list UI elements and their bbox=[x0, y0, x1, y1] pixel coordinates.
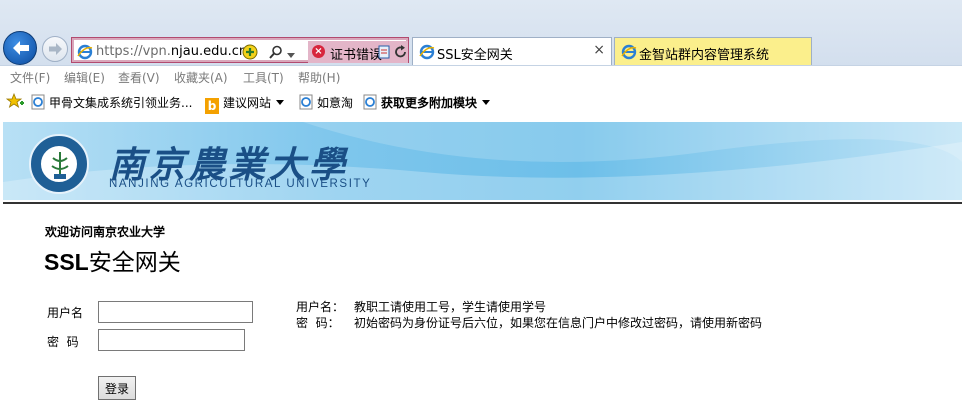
favorite-label: 如意淘 bbox=[317, 96, 354, 110]
tab-ssl-gateway[interactable]: SSL安全网关 × bbox=[412, 37, 612, 65]
menu-file[interactable]: 文件(F) bbox=[10, 69, 50, 86]
arrow-left-icon bbox=[13, 41, 29, 55]
certificate-error-label: 证书错误 bbox=[330, 48, 383, 63]
menu-bar: 文件(F) 编辑(E) 查看(V) 收藏夹(A) 工具(T) 帮助(H) bbox=[0, 66, 962, 88]
menu-help[interactable]: 帮助(H) bbox=[298, 69, 340, 86]
menu-edit[interactable]: 编辑(E) bbox=[64, 69, 105, 86]
page-title: SSL安全网关 bbox=[44, 243, 181, 277]
menu-tools[interactable]: 工具(T) bbox=[243, 69, 284, 86]
close-icon[interactable]: × bbox=[593, 42, 605, 58]
menu-favorites[interactable]: 收藏夹(A) bbox=[174, 69, 228, 86]
hint-text: 教职工请使用工号，学生请使用学号 bbox=[354, 300, 547, 314]
favorite-label: 建议网站 bbox=[223, 96, 272, 110]
favorites-star-icon[interactable] bbox=[5, 92, 26, 112]
arrow-right-icon bbox=[49, 43, 62, 55]
banner-divider bbox=[3, 202, 962, 204]
favorite-oracle[interactable]: 甲骨文集成系统引领业务... bbox=[30, 94, 192, 111]
login-button[interactable]: 登录 bbox=[98, 376, 136, 400]
search-icon[interactable] bbox=[268, 44, 284, 63]
chevron-down-icon bbox=[276, 100, 285, 105]
refresh-icon[interactable] bbox=[394, 44, 408, 63]
welcome-text: 欢迎访问南京农业大学 bbox=[45, 225, 166, 239]
forward-button[interactable] bbox=[42, 36, 68, 62]
ie-page-icon bbox=[419, 44, 435, 60]
hint-username: 用户名： 教职工请使用工号，学生请使用学号 bbox=[296, 298, 546, 315]
tab-label: SSL安全网关 bbox=[437, 48, 513, 63]
tab-cms[interactable]: 金智站群内容管理系统 bbox=[614, 37, 812, 65]
ie-page-icon bbox=[621, 44, 637, 60]
hint-password: 密 码： 初始密码为身份证号后六位，如果您在信息门户中修改过密码，请使用新密码 bbox=[296, 314, 762, 331]
compat-view-icon[interactable] bbox=[242, 44, 258, 63]
title-en: SSL bbox=[44, 249, 89, 275]
url-text[interactable]: https://vpn.njau.edu.cn/c bbox=[96, 44, 244, 59]
back-button[interactable] bbox=[3, 31, 37, 65]
favorite-addons[interactable]: 获取更多附加模块 bbox=[362, 94, 491, 111]
favorites-bar: 甲骨文集成系统引领业务... b 建议网站 如意淘 获取更多附加模块 bbox=[0, 88, 962, 116]
tab-label: 金智站群内容管理系统 bbox=[639, 48, 770, 63]
favorite-ruyitao[interactable]: 如意淘 bbox=[298, 94, 353, 111]
hint-label: 密 码： bbox=[296, 316, 340, 330]
hint-text: 初始密码为身份证号后六位，如果您在信息门户中修改过密码，请使用新密码 bbox=[354, 316, 763, 330]
university-name-en: NANJING AGRICULTURAL UNIVERSITY bbox=[109, 178, 372, 190]
ie-page-icon bbox=[299, 94, 313, 110]
dropdown-icon[interactable] bbox=[287, 49, 295, 63]
favorite-suggested-sites[interactable]: b 建议网站 bbox=[205, 94, 285, 114]
bing-icon: b bbox=[205, 98, 219, 114]
password-label: 密 码 bbox=[47, 335, 79, 349]
ie-page-icon bbox=[77, 44, 93, 60]
address-bar[interactable]: https://vpn.njau.edu.cn/c × 证书错误 bbox=[71, 37, 409, 63]
university-banner: 南京農業大學 NANJING AGRICULTURAL UNIVERSITY bbox=[3, 122, 962, 200]
username-input[interactable] bbox=[98, 301, 253, 323]
hint-label: 用户名： bbox=[296, 300, 345, 314]
chevron-down-icon bbox=[482, 100, 491, 105]
certificate-error-button[interactable]: × 证书错误 bbox=[308, 41, 408, 63]
username-label: 用户名 bbox=[47, 306, 84, 320]
favorite-label: 甲骨文集成系统引领业务... bbox=[49, 96, 193, 110]
menu-view[interactable]: 查看(V) bbox=[118, 69, 160, 86]
favorite-label: 获取更多附加模块 bbox=[381, 96, 478, 110]
compat-page-icon[interactable] bbox=[378, 45, 390, 62]
university-seal-icon bbox=[29, 134, 89, 194]
title-cn: 安全网关 bbox=[88, 250, 181, 276]
password-input[interactable] bbox=[98, 329, 245, 351]
address-field[interactable]: https://vpn.njau.edu.cn/c × 证书错误 bbox=[74, 40, 408, 63]
error-icon: × bbox=[312, 45, 325, 58]
ie-page-icon bbox=[31, 94, 45, 110]
ie-page-icon bbox=[363, 94, 377, 110]
